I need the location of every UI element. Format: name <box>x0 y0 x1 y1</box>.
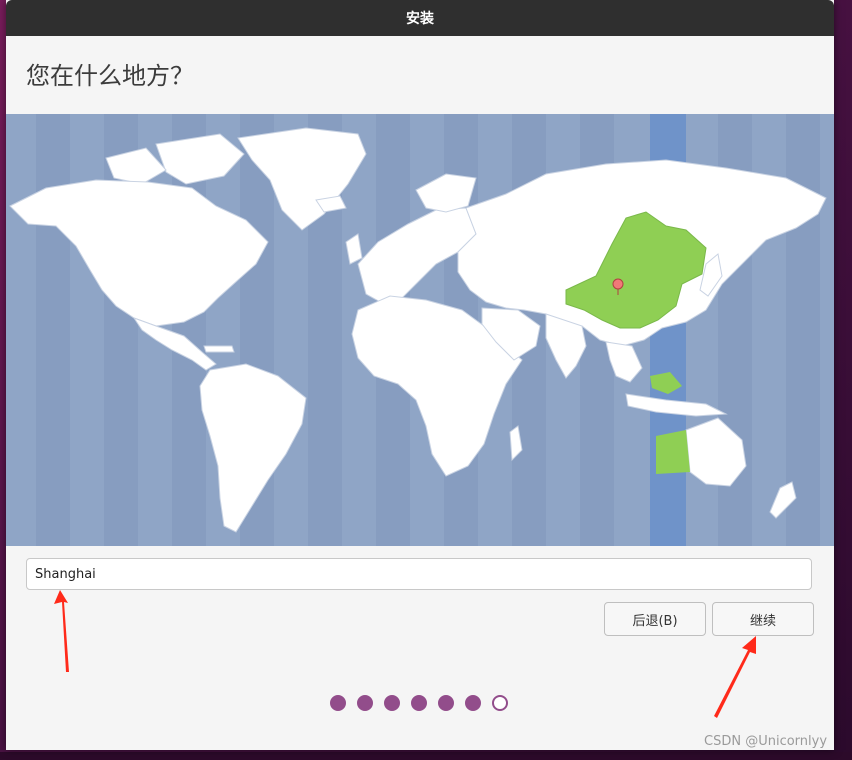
annotation-arrows <box>54 590 756 718</box>
annotation-arrow-input <box>54 590 69 672</box>
annotation-arrow-continue <box>714 636 756 718</box>
watermark: CSDN @Unicornlyy <box>704 734 828 749</box>
